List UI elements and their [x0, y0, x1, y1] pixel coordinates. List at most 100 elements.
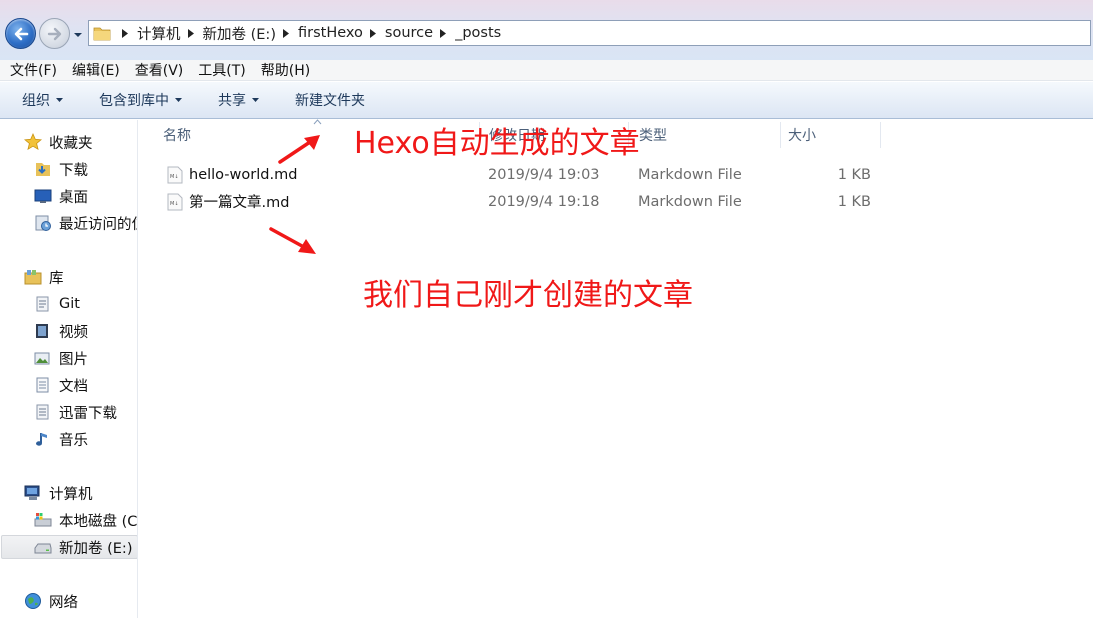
nav-label: 音乐 — [59, 432, 88, 449]
organize-button[interactable]: 组织 — [22, 90, 63, 110]
nav-label: 库 — [49, 270, 64, 287]
folder-icon — [93, 27, 111, 41]
breadcrumb-source[interactable]: source — [385, 25, 433, 41]
navigation-pane[interactable]: 收藏夹 下载 桌面 最近访问的位 库 Git 视频 图片 文档 迅雷下载 音乐 … — [0, 120, 138, 618]
breadcrumb-chevron-icon[interactable] — [187, 28, 195, 38]
menu-tools[interactable]: 工具(T) — [188, 60, 250, 80]
nav-label: 网络 — [49, 594, 78, 611]
nav-computer[interactable]: 计算机 — [24, 481, 93, 505]
organize-label: 组织 — [22, 93, 50, 109]
git-library-icon — [36, 296, 49, 312]
back-arrow-icon — [14, 27, 28, 40]
nav-label: 收藏夹 — [49, 135, 93, 152]
column-header-type[interactable]: 类型 — [639, 120, 779, 150]
new-folder-button[interactable]: 新建文件夹 — [295, 90, 365, 110]
file-type: Markdown File — [638, 193, 742, 210]
forward-arrow-icon — [47, 27, 61, 40]
breadcrumb-chevron-icon[interactable] — [439, 28, 447, 38]
nav-libraries[interactable]: 库 — [24, 265, 64, 289]
menu-help[interactable]: 帮助(H) — [251, 60, 315, 80]
column-header-label: 大小 — [788, 128, 816, 144]
nav-downloads[interactable]: 下载 — [34, 157, 88, 181]
new-folder-label: 新建文件夹 — [295, 93, 365, 109]
nav-pictures[interactable]: 图片 — [34, 346, 88, 370]
menu-file[interactable]: 文件(F) — [0, 60, 62, 80]
nav-new-volume-e[interactable]: 新加卷 (E:) — [1, 535, 137, 559]
breadcrumb-posts[interactable]: _posts — [455, 25, 501, 41]
nav-label: 文档 — [59, 378, 88, 395]
nav-network[interactable]: 网络 — [24, 589, 78, 613]
nav-label: 本地磁盘 (C — [59, 513, 138, 530]
nav-desktop[interactable]: 桌面 — [34, 184, 88, 208]
nav-favorites[interactable]: 收藏夹 — [24, 130, 93, 154]
file-row[interactable]: M↓ hello-world.md 2019/9/4 19:03 Markdow… — [167, 162, 887, 187]
forward-button[interactable] — [39, 18, 70, 49]
drive-icon — [34, 543, 52, 554]
breadcrumb-computer[interactable]: 计算机 — [137, 23, 181, 44]
breadcrumb-drive-e[interactable]: 新加卷 (E:) — [203, 23, 276, 44]
file-size: 1 KB — [837, 193, 871, 210]
desktop-icon — [34, 189, 52, 203]
nav-git[interactable]: Git — [34, 292, 80, 316]
nav-label: 图片 — [59, 351, 88, 368]
thunder-downloads-icon — [36, 404, 49, 420]
file-row[interactable]: M↓ 第一篇文章.md 2019/9/4 19:18 Markdown File… — [167, 189, 887, 214]
share-button[interactable]: 共享 — [218, 90, 259, 110]
nav-videos[interactable]: 视频 — [34, 319, 88, 343]
nav-thunder-downloads[interactable]: 迅雷下载 — [34, 400, 117, 424]
star-icon — [24, 133, 42, 151]
music-icon — [36, 433, 47, 446]
address-area: 计算机 新加卷 (E:) firstHexo source _posts — [0, 0, 1093, 60]
column-header-label: 类型 — [639, 128, 667, 144]
annotation-arrow-icon — [269, 227, 316, 254]
address-bar[interactable]: 计算机 新加卷 (E:) firstHexo source _posts — [88, 20, 1091, 46]
nav-label: 计算机 — [49, 486, 93, 503]
chevron-down-icon — [175, 98, 182, 102]
file-size: 1 KB — [837, 166, 871, 183]
menu-view[interactable]: 查看(V) — [125, 60, 189, 80]
markdown-file-icon: M↓ — [167, 166, 183, 183]
system-drive-icon — [34, 513, 52, 527]
svg-text:M↓: M↓ — [170, 201, 179, 207]
nav-music[interactable]: 音乐 — [34, 427, 88, 451]
nav-label: 下载 — [59, 162, 88, 179]
breadcrumb-firsthexo[interactable]: firstHexo — [298, 25, 363, 41]
chevron-down-icon — [56, 98, 63, 102]
breadcrumb-chevron-icon[interactable] — [369, 28, 377, 38]
file-type: Markdown File — [638, 166, 742, 183]
file-date: 2019/9/4 19:03 — [488, 166, 600, 183]
chevron-down-icon — [252, 98, 259, 102]
include-in-library-label: 包含到库中 — [99, 93, 169, 109]
back-button[interactable] — [5, 18, 36, 49]
column-header-size[interactable]: 大小 — [788, 120, 878, 150]
nav-local-disk-c[interactable]: 本地磁盘 (C — [34, 508, 137, 532]
markdown-file-icon: M↓ — [167, 193, 183, 210]
network-icon — [25, 593, 41, 609]
nav-label: 新加卷 (E:) — [59, 540, 133, 557]
menu-bar: 文件(F) 编辑(E) 查看(V) 工具(T) 帮助(H) — [0, 60, 1093, 81]
recent-places-icon — [35, 215, 51, 231]
include-in-library-button[interactable]: 包含到库中 — [99, 90, 182, 110]
file-name: 第一篇文章.md — [189, 195, 290, 211]
file-list[interactable]: 名称 修改日期 类型 大小 M↓ hello-world.md 2019/9/4… — [139, 119, 1093, 618]
nav-label: 视频 — [59, 324, 88, 341]
share-label: 共享 — [218, 93, 246, 109]
nav-label: 桌面 — [59, 189, 88, 206]
menu-edit[interactable]: 编辑(E) — [62, 60, 125, 80]
history-dropdown-icon[interactable] — [72, 30, 84, 40]
column-divider[interactable] — [880, 122, 881, 148]
column-header-label: 名称 — [163, 128, 191, 144]
nav-documents[interactable]: 文档 — [34, 373, 88, 397]
libraries-icon — [24, 270, 42, 285]
column-divider[interactable] — [780, 122, 781, 148]
videos-icon — [36, 324, 48, 338]
nav-label: Git — [59, 296, 80, 312]
nav-recent-places[interactable]: 最近访问的位 — [34, 211, 138, 235]
annotation-auto-generated: Hexo自动生成的文章 — [354, 126, 640, 161]
annotation-arrow-icon — [278, 135, 320, 164]
breadcrumb-chevron-icon[interactable] — [121, 28, 129, 38]
file-date: 2019/9/4 19:18 — [488, 193, 600, 210]
breadcrumb-chevron-icon[interactable] — [282, 28, 290, 38]
nav-label: 迅雷下载 — [59, 405, 117, 422]
nav-label: 最近访问的位 — [59, 216, 138, 233]
